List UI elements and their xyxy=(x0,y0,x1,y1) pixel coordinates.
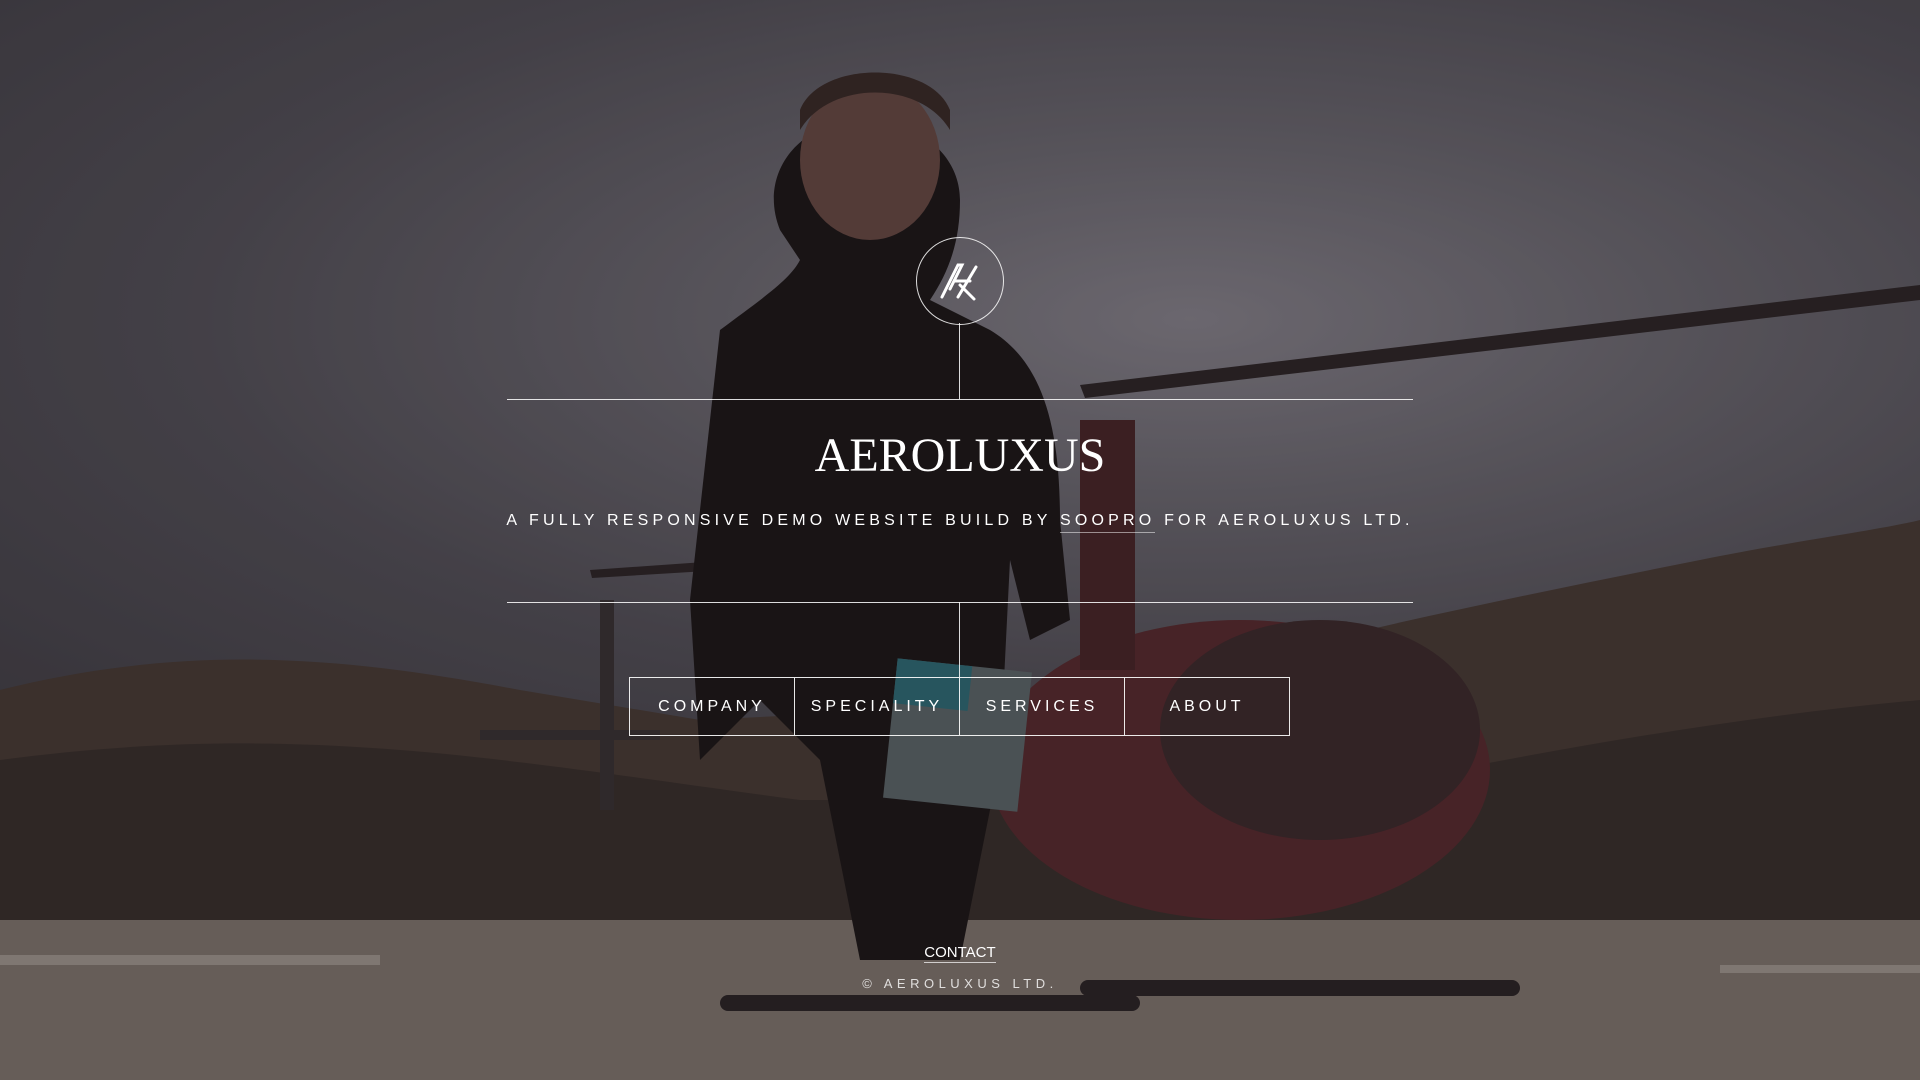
copyright: © AEROLUXUS LTD. xyxy=(862,976,1058,991)
nav-about[interactable]: ABOUT xyxy=(1125,678,1289,735)
main-nav: COMPANY SPECIALITY SERVICES ABOUT xyxy=(629,677,1290,736)
connector-line-bottom xyxy=(959,602,960,677)
tagline: A FULLY RESPONSIVE DEMO WEBSITE BUILD BY… xyxy=(0,512,1920,533)
tagline-prefix: A FULLY RESPONSIVE DEMO WEBSITE BUILD BY xyxy=(506,512,1060,529)
footer-contact: CONTACT xyxy=(0,944,1920,963)
tagline-suffix: FOR AEROLUXUS LTD. xyxy=(1155,512,1414,529)
contact-link[interactable]: CONTACT xyxy=(924,944,996,963)
connector-line-top xyxy=(959,323,960,399)
hero: AEROLUXUS A FULLY RESPONSIVE DEMO WEBSIT… xyxy=(0,0,1920,1080)
nav-company[interactable]: COMPANY xyxy=(630,678,795,735)
nav-speciality[interactable]: SPECIALITY xyxy=(795,678,960,735)
aeroluxus-monogram-icon xyxy=(940,263,978,301)
nav-services[interactable]: SERVICES xyxy=(960,678,1125,735)
divider-bottom xyxy=(507,602,1413,603)
divider-top xyxy=(507,399,1413,400)
brand-title: AEROLUXUS xyxy=(814,429,1106,482)
soopro-link[interactable]: SOOPRO xyxy=(1060,512,1156,533)
logo[interactable] xyxy=(916,237,1004,325)
